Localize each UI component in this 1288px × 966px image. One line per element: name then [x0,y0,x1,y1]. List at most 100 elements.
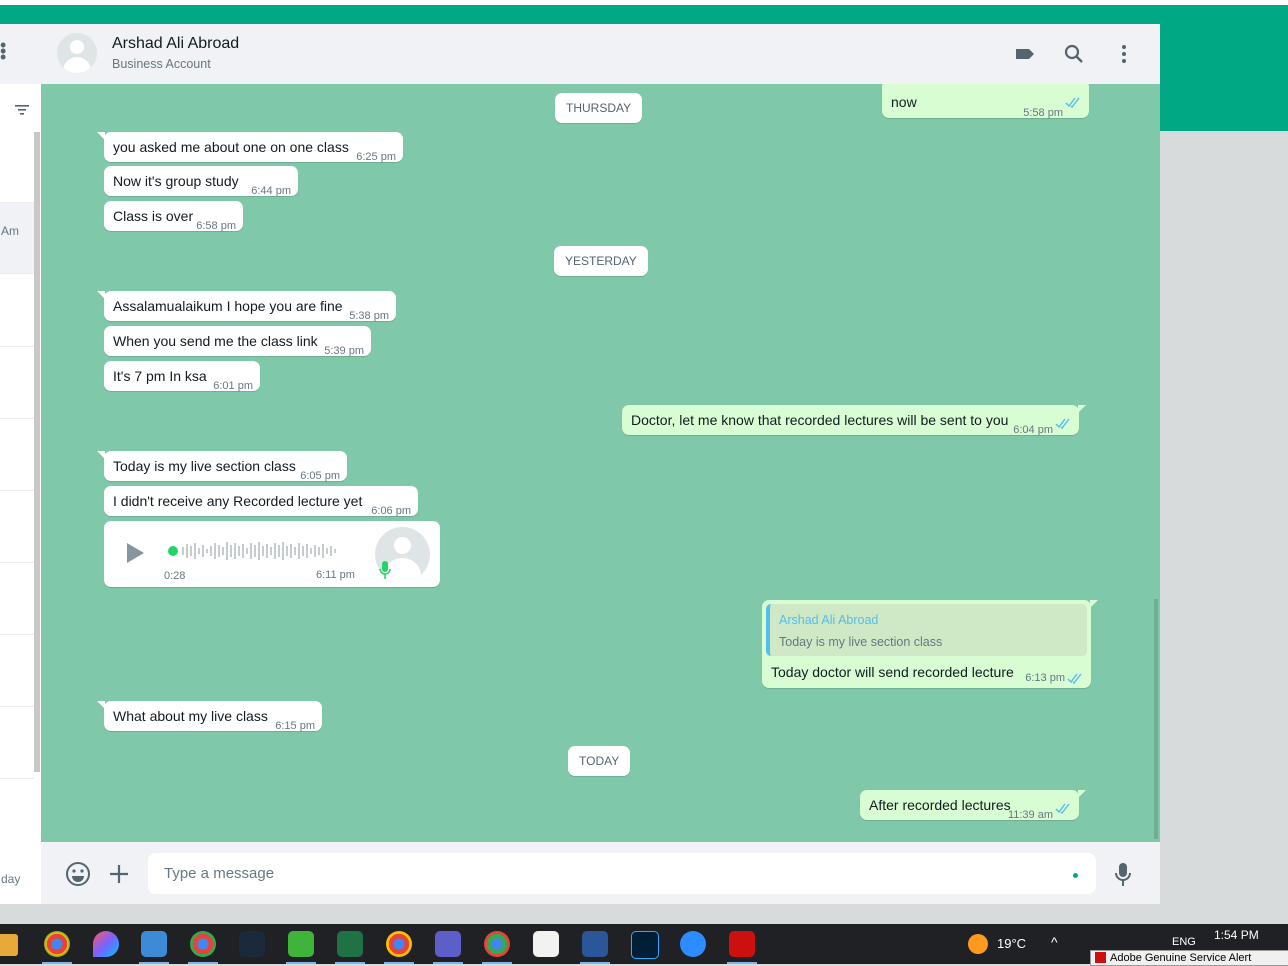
emoji-icon[interactable] [65,861,91,887]
quoted-message[interactable]: Arshad Ali Abroad Today is my live secti… [766,604,1087,656]
chat-list-item[interactable] [0,132,34,203]
date-separator: YESTERDAY [554,246,648,276]
playback-position-dot[interactable] [168,546,178,556]
chat-list-item[interactable] [0,347,34,419]
message-time: 6:15 pm [275,720,315,732]
microphone-icon [379,561,391,579]
chrome-profile-3-icon[interactable] [482,931,512,964]
contact-name[interactable]: Arshad Ali Abroad [112,35,239,53]
message-outgoing[interactable]: Doctor, let me know that recorded lectur… [622,405,1086,436]
weather-icon[interactable] [968,934,988,954]
arrow-app-icon[interactable] [239,931,265,957]
chat-list-item[interactable] [0,491,34,563]
chevron-up-icon[interactable]: ^ [1051,934,1058,950]
label-icon[interactable] [1013,42,1037,66]
bubble-tail [1090,600,1098,608]
quoted-author: Arshad Ali Abroad [779,613,879,627]
sidebar-menu-icon[interactable]: • • • [0,36,8,66]
message-text: When you send me the class link [113,333,318,349]
message-incoming[interactable]: It's 7 pm In ksa 6:01 pm [104,361,260,392]
chat-list-item[interactable] [0,563,34,635]
chat-list-item[interactable]: day [0,844,34,886]
chat-list-item-selected[interactable]: Am [0,203,34,274]
sidebar-header: • • • [0,24,41,84]
message-incoming[interactable]: you asked me about one on one class 6:25… [97,132,403,163]
paint-drop-icon[interactable] [93,931,119,957]
bubble-tail [1078,790,1086,798]
brand-bar [0,5,1288,24]
play-icon[interactable] [125,542,145,564]
message-text: Class is over [113,208,194,224]
message-incoming[interactable]: Assalamualaikum I hope you are fine 5:38… [97,291,396,322]
menu-icon[interactable] [1112,42,1136,66]
app-background [1160,131,1288,924]
adobe-icon[interactable] [727,931,757,964]
read-receipt-icon [1065,97,1080,108]
date-separator: THURSDAY [555,93,643,123]
chat-list-item[interactable] [0,635,34,707]
message-incoming[interactable]: Today is my live section class 6:05 pm [97,451,347,482]
bubble-tail [97,451,105,459]
voice-message[interactable]: 0:28 6:11 pm [104,521,440,587]
chat-list-sidebar: • • • Am day [0,24,42,904]
read-receipt-icon [1067,673,1082,684]
filter-icon[interactable] [15,102,29,118]
chrome-icon[interactable] [42,931,72,964]
message-text: It's 7 pm In ksa [113,368,207,384]
excel-icon[interactable] [335,931,365,964]
quoted-text: Today is my live section class [779,635,943,649]
message-input[interactable] [148,853,1096,894]
chat-list-item-text: Am [1,224,19,238]
bubble-tail [97,132,105,140]
photos-icon[interactable] [139,931,169,964]
message-time: 6:11 pm [316,569,355,581]
chat-list-item[interactable] [0,419,34,491]
read-receipt-icon [1055,803,1070,814]
clock-time[interactable]: 1:54 PM [1214,928,1259,942]
message-time: 6:04 pm [1013,424,1053,436]
message-outgoing-reply[interactable]: Arshad Ali Abroad Today is my live secti… [762,600,1098,688]
message-time: 5:58 pm [1023,107,1063,119]
contact-subtitle: Business Account [112,57,211,71]
message-outgoing[interactable]: After recorded lectures 11:39 am [860,790,1086,821]
chat-list-item[interactable] [0,707,34,779]
message-incoming[interactable]: Class is over 6:58 pm [104,201,243,232]
message-incoming[interactable]: Now it's group study 6:44 pm [104,166,298,197]
message-text: now [891,94,917,110]
attach-plus-icon[interactable] [108,863,130,885]
message-time: 6:44 pm [251,185,291,197]
chat-header[interactable]: Arshad Ali Abroad Business Account [41,24,1160,84]
message-text: Today doctor will send recorded lecture [771,664,1014,680]
camtasia-icon[interactable] [286,931,316,964]
message-incoming[interactable]: When you send me the class link 5:39 pm [104,326,371,357]
contact-avatar[interactable] [57,33,97,73]
chrome-profile-2-icon[interactable] [384,931,414,964]
file-explorer-icon[interactable] [0,934,18,956]
read-receipt-icon [1055,418,1070,429]
message-text: Now it's group study [113,173,239,189]
waveform[interactable] [180,540,350,562]
temperature[interactable]: 19°C [997,936,1026,951]
adobe-icon [1095,952,1106,963]
search-icon[interactable] [1062,42,1086,66]
teams-icon[interactable] [433,931,463,964]
message-time: 11:39 am [1007,809,1053,821]
chat-scrollbar[interactable] [1154,599,1158,839]
chat-list-item-text: day [1,872,21,886]
message-incoming[interactable]: I didn't receive any Recorded lecture ye… [104,486,418,517]
chrome-profile-icon[interactable] [188,931,218,964]
zoom-icon[interactable] [680,931,706,957]
acrobat-icon[interactable] [533,931,559,957]
sidebar-scrollbar[interactable] [34,132,40,772]
message-incoming[interactable]: What about my live class 6:15 pm [97,701,322,732]
message-outgoing[interactable]: now 5:58 pm [882,84,1089,119]
window-top-strip [0,0,1288,24]
chat-list-item[interactable] [0,275,34,347]
language-indicator[interactable]: ENG [1172,936,1196,948]
microphone-icon[interactable] [1114,862,1132,888]
date-separator: TODAY [568,746,631,776]
message-text: Today is my live section class [113,458,296,474]
photoshop-icon[interactable] [631,931,659,959]
chat-messages-area[interactable]: now 5:58 pm THURSDAY you asked me about … [41,84,1160,842]
word-icon[interactable] [580,931,610,964]
